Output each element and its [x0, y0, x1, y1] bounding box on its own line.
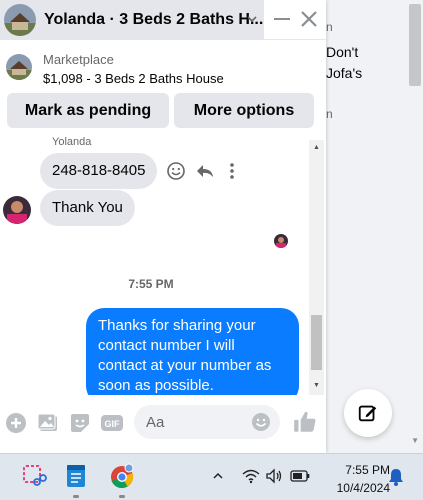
incoming-message-bubble[interactable]: 248-818-8405 — [40, 153, 158, 189]
listing-thumbnail — [6, 54, 32, 80]
volume-icon[interactable] — [265, 468, 283, 484]
seen-indicator-avatar — [274, 234, 288, 248]
new-message-button[interactable] — [344, 389, 392, 437]
background-post-text: Don't Jofa's — [326, 42, 362, 84]
svg-text:GIF: GIF — [105, 419, 121, 429]
wifi-icon[interactable] — [242, 468, 260, 484]
like-thumb-icon[interactable] — [292, 409, 318, 435]
chat-title: Yolanda · 3 Beds 2 Baths H... — [44, 11, 264, 28]
reply-icon[interactable] — [195, 161, 215, 181]
scroll-down-arrow-icon[interactable]: ▼ — [411, 436, 419, 445]
chrome-icon[interactable] — [108, 462, 136, 490]
background-fragment: n — [326, 20, 333, 34]
clock-date[interactable]: 10/4/2024 — [320, 481, 390, 495]
thread-scrollbar[interactable]: ▲ ▼ — [309, 140, 324, 395]
listing-title: $1,098 - 3 Beds 2 Baths House — [43, 71, 224, 86]
incoming-message-bubble[interactable]: Thank You — [40, 190, 135, 226]
thread-scrollbar-thumb[interactable] — [311, 315, 322, 370]
avatar — [4, 4, 36, 36]
page-scrollbar-thumb[interactable] — [409, 4, 421, 86]
scroll-down-arrow-icon[interactable]: ▼ — [313, 382, 320, 389]
mark-as-pending-button[interactable]: Mark as pending — [7, 93, 169, 128]
background-line: Don't — [326, 44, 359, 60]
messenger-chat-window: Yolanda · 3 Beds 2 Baths H... Marketplac… — [0, 0, 326, 453]
sticker-icon[interactable] — [68, 411, 92, 435]
background-fragment: n — [326, 107, 333, 121]
notification-bell-icon[interactable] — [387, 467, 405, 487]
chevron-down-icon — [247, 16, 257, 23]
gif-icon[interactable]: GIF — [100, 411, 124, 435]
sender-avatar[interactable] — [3, 196, 31, 224]
running-indicator — [73, 495, 79, 498]
chat-title-button[interactable]: Yolanda · 3 Beds 2 Baths H... — [0, 0, 264, 40]
more-options-button[interactable]: More options — [174, 93, 314, 128]
message-timestamp: 7:55 PM — [128, 277, 174, 291]
outgoing-message-bubble[interactable]: Thanks for sharing your contact number I… — [86, 308, 299, 395]
marketplace-listing-card[interactable]: Marketplace $1,098 - 3 Beds 2 Baths Hous… — [0, 41, 326, 93]
chevron-up-icon[interactable] — [212, 471, 224, 481]
notepad-icon[interactable] — [62, 462, 90, 490]
chat-header: Yolanda · 3 Beds 2 Baths H... — [0, 0, 326, 40]
message-thread: Yolanda 248-818-8405 Thank You 7:55 PM T… — [0, 135, 326, 395]
photo-icon[interactable] — [36, 411, 60, 435]
close-icon[interactable] — [298, 8, 320, 30]
running-indicator — [119, 495, 125, 498]
emoji-icon[interactable] — [251, 412, 271, 432]
message-composer: GIF — [0, 397, 326, 453]
background-line: Jofa's — [326, 65, 363, 81]
windows-taskbar: 7:55 PM 10/4/2024 — [0, 453, 423, 500]
page-scrollbar[interactable]: ▼ — [407, 0, 423, 453]
listing-source: Marketplace — [43, 52, 114, 67]
minimize-icon[interactable] — [271, 8, 293, 30]
clock-time[interactable]: 7:55 PM — [320, 463, 390, 477]
more-actions-icon[interactable] — [226, 161, 238, 181]
compose-icon — [358, 405, 377, 422]
battery-icon[interactable] — [290, 469, 310, 483]
snipping-tool-icon[interactable] — [20, 462, 48, 490]
sender-name: Yolanda — [52, 136, 92, 148]
scroll-up-arrow-icon[interactable]: ▲ — [313, 144, 320, 151]
react-emoji-icon[interactable] — [166, 161, 186, 181]
plus-circle-icon[interactable] — [4, 411, 28, 435]
